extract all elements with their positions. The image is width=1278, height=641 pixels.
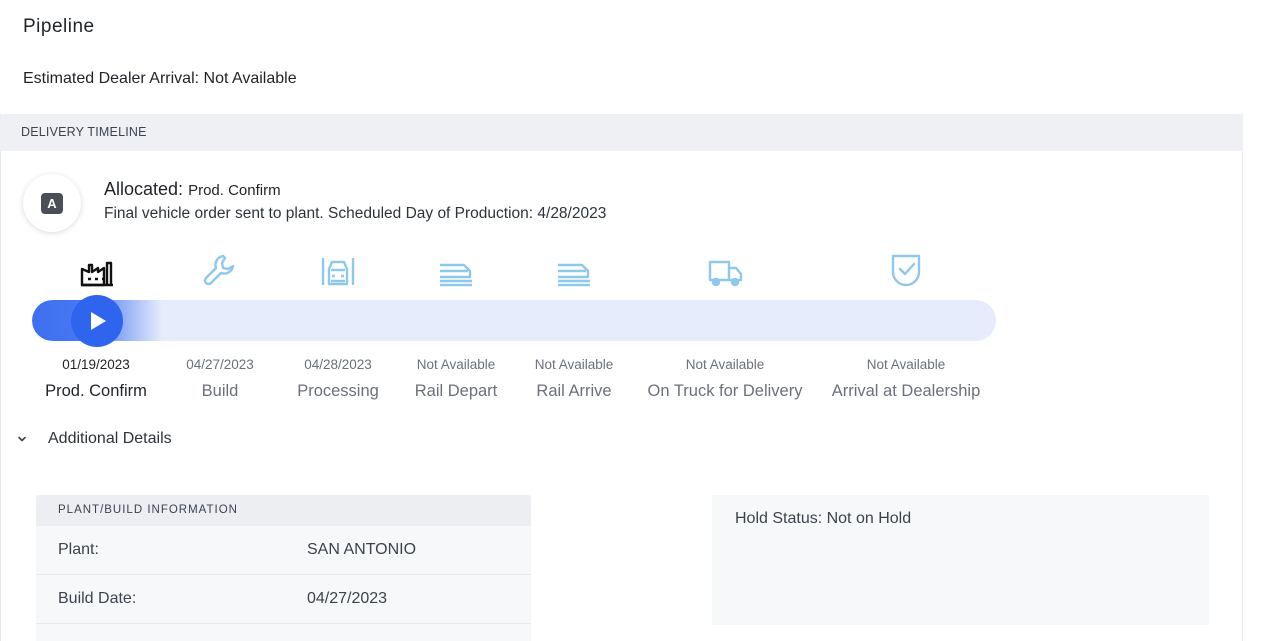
hold-status: Hold Status: Not on Hold xyxy=(735,510,912,527)
delivery-timeline-header: DELIVERY TIMELINE xyxy=(0,114,1243,151)
chevron-down-icon xyxy=(18,436,26,442)
step-label-build: Build xyxy=(201,382,239,400)
step-label-prod-confirm: Prod. Confirm xyxy=(45,382,147,400)
rail-car-icon xyxy=(438,254,474,290)
step-date-on-truck: Not Available xyxy=(685,357,765,372)
status-title-main: Allocated: xyxy=(104,179,184,199)
step-date-arrival: Not Available xyxy=(866,357,946,372)
wrench-icon xyxy=(202,252,238,288)
plant-key: Plant: xyxy=(58,541,99,558)
status-title-sub: Prod. Confirm xyxy=(188,182,281,199)
plant-value: SAN ANTONIO xyxy=(307,541,417,558)
status-avatar: A xyxy=(23,174,81,232)
play-button[interactable] xyxy=(71,295,123,347)
page-title: Pipeline xyxy=(23,16,95,37)
build-date-value: 04/27/2023 xyxy=(307,590,388,607)
status-badge: A xyxy=(41,193,63,214)
step-label-rail-arrive: Rail Arrive xyxy=(536,382,612,400)
rail-car-icon xyxy=(556,254,592,290)
step-date-processing: 04/28/2023 xyxy=(304,357,372,372)
step-label-rail-depart: Rail Depart xyxy=(414,382,498,400)
step-date-rail-arrive: Not Available xyxy=(534,357,614,372)
shield-check-icon xyxy=(888,252,924,288)
plant-row: Plant: SAN ANTONIO xyxy=(36,526,531,575)
hold-status-card: Hold Status: Not on Hold xyxy=(712,495,1209,625)
build-date-key: Build Date: xyxy=(58,590,137,607)
step-label-processing: Processing xyxy=(297,382,379,400)
status-description: Final vehicle order sent to plant. Sched… xyxy=(104,205,607,222)
plant-build-card: PLANT/BUILD INFORMATION Plant: SAN ANTON… xyxy=(36,495,531,641)
step-label-arrival: Arrival at Dealership xyxy=(831,382,981,400)
additional-details-toggle[interactable]: Additional Details xyxy=(16,428,172,450)
factory-icon xyxy=(79,253,115,289)
estimated-arrival: Estimated Dealer Arrival: Not Available xyxy=(23,70,297,87)
plant-build-header: PLANT/BUILD INFORMATION xyxy=(36,495,531,526)
car-front-icon xyxy=(320,253,356,289)
additional-details-label: Additional Details xyxy=(48,430,172,447)
status-title: Allocated: Prod. Confirm xyxy=(104,179,281,200)
delivery-timeline-title: DELIVERY TIMELINE xyxy=(21,125,147,139)
step-date-build: 04/27/2023 xyxy=(186,357,254,372)
step-date-prod-confirm: 01/19/2023 xyxy=(62,357,130,372)
progress-track xyxy=(32,300,996,341)
step-date-rail-depart: Not Available xyxy=(416,357,496,372)
truck-icon xyxy=(707,254,743,290)
step-label-on-truck: On Truck for Delivery xyxy=(647,382,803,400)
build-date-row: Build Date: 04/27/2023 xyxy=(36,575,531,624)
play-icon xyxy=(91,312,106,330)
